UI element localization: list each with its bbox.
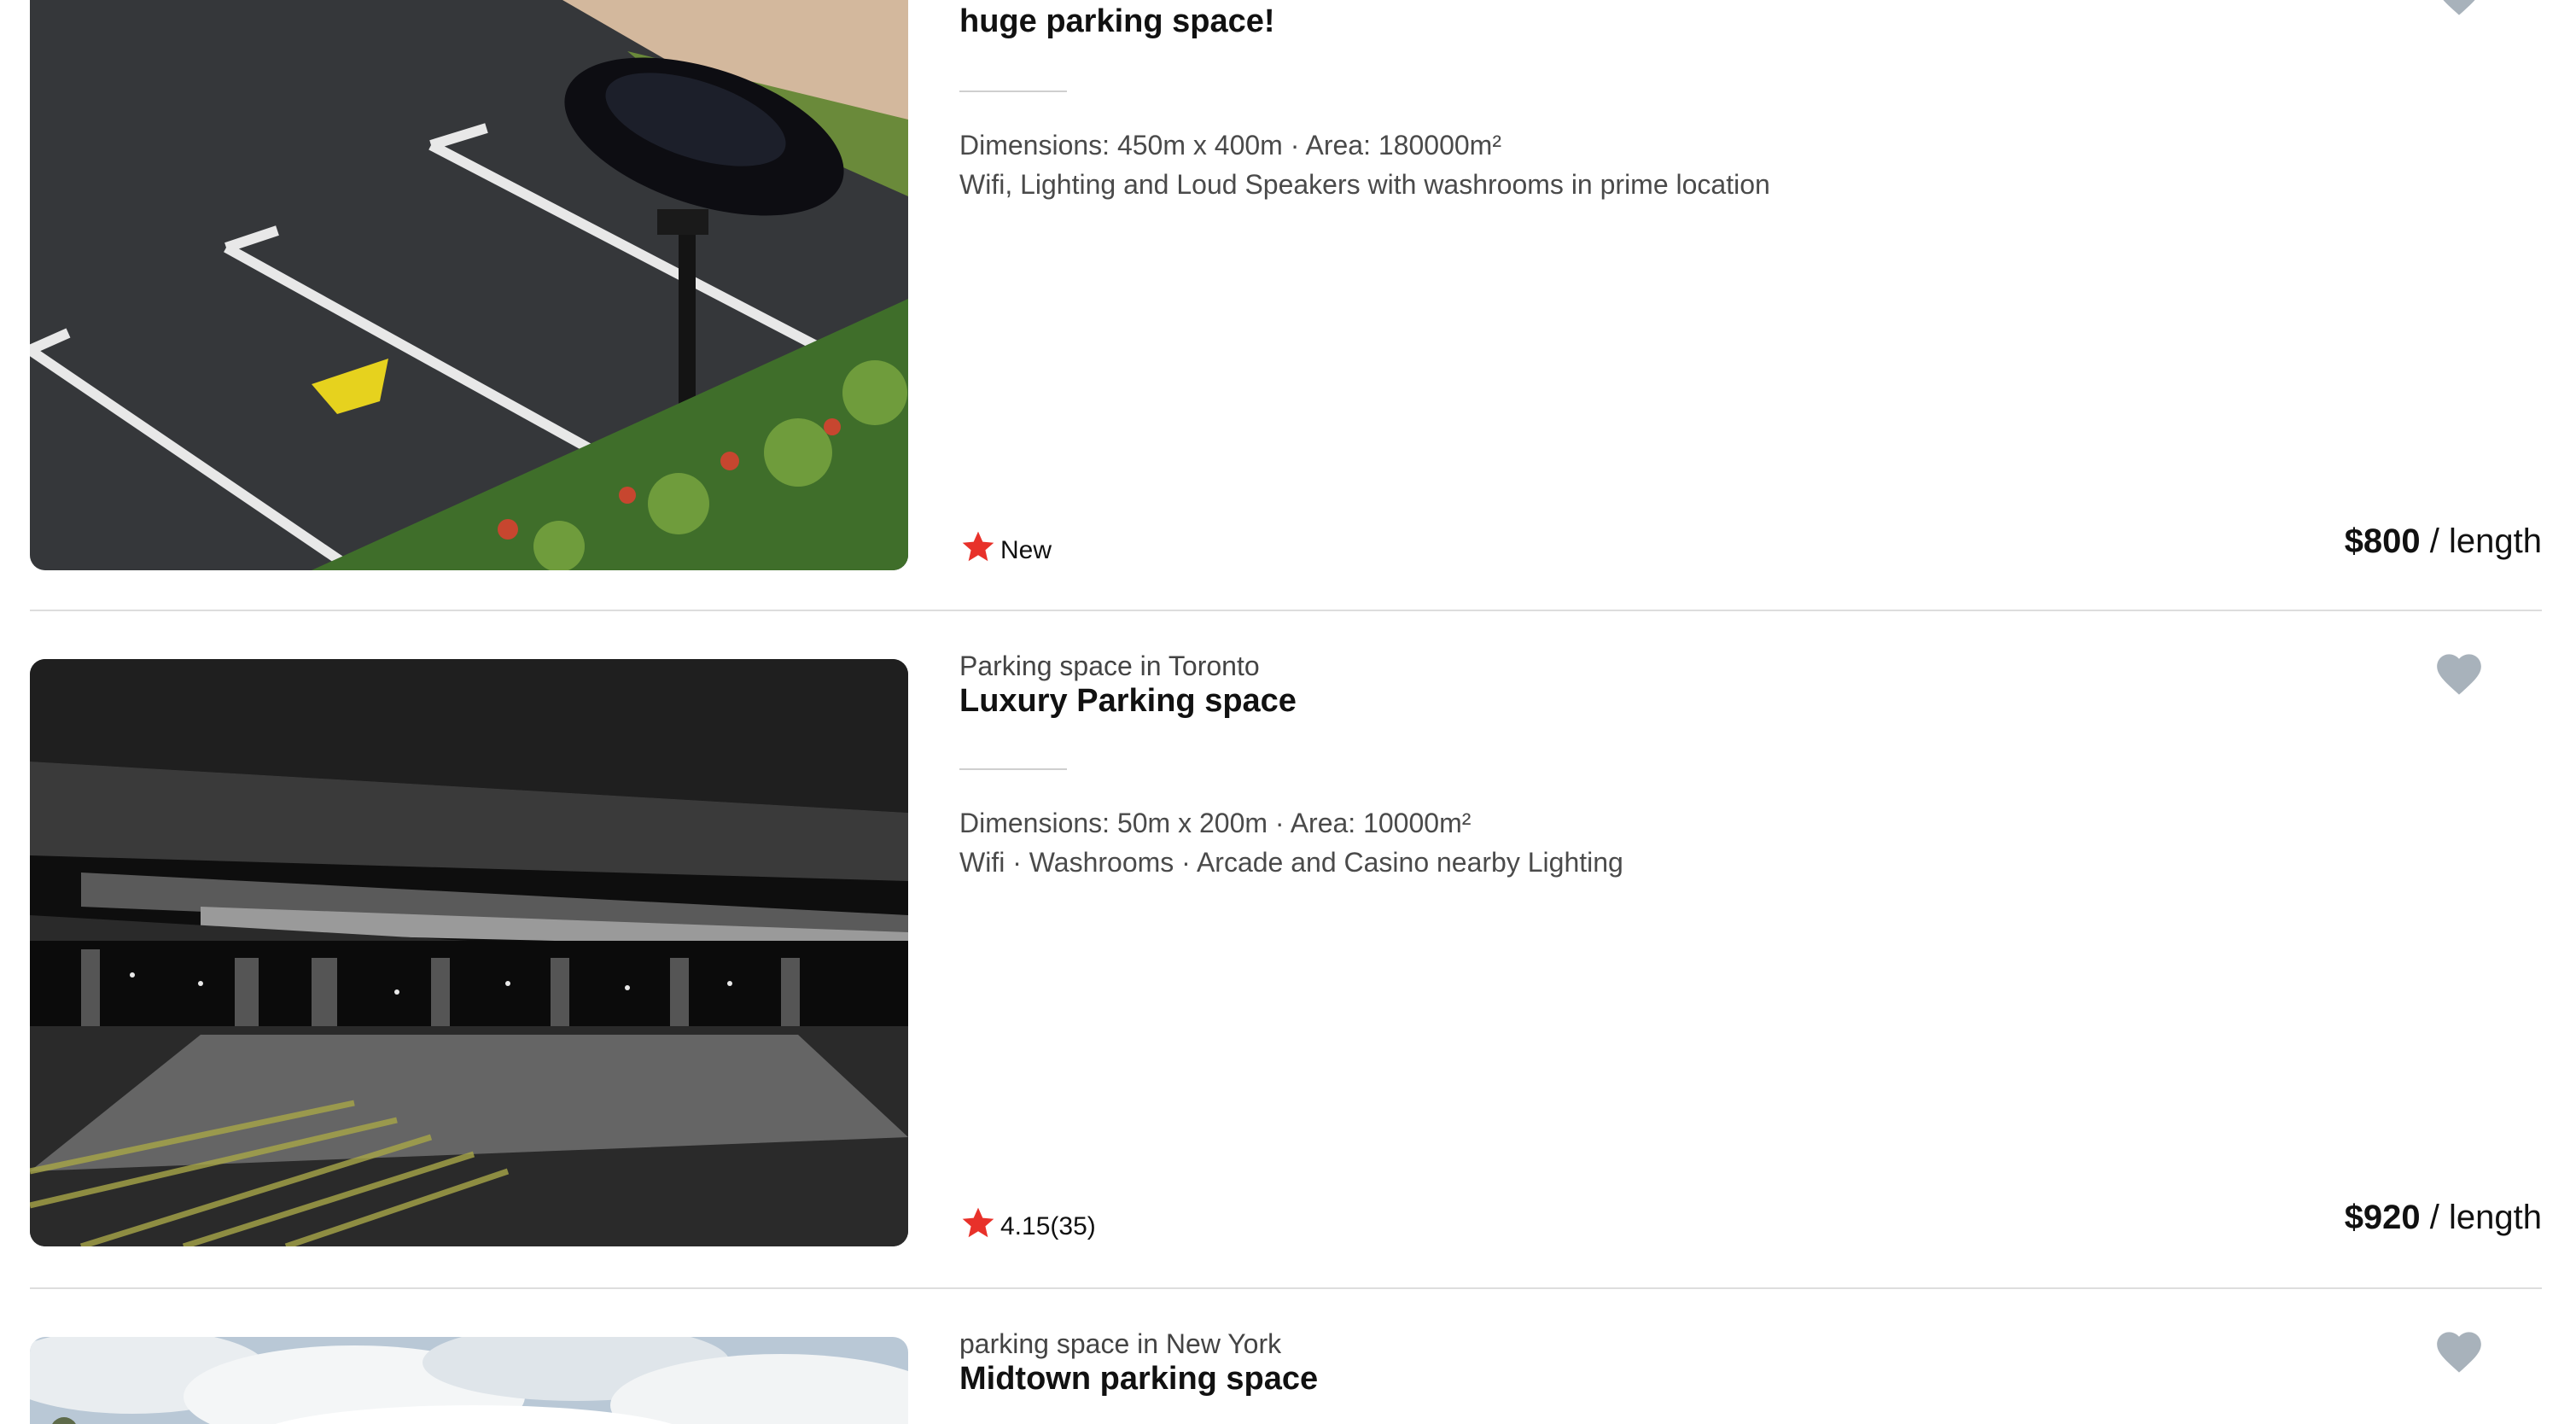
listing-rating: 4.15(35) <box>959 1204 1096 1241</box>
listing-dimensions: Dimensions: 450m x 400m · Area: 180000m² <box>959 130 1501 160</box>
title-divider <box>959 768 1067 770</box>
listing-subtitle: parking space in New York <box>959 1328 1282 1359</box>
listing-photo[interactable] <box>30 0 908 570</box>
listing-amenities: Wifi · Washrooms · Arcade and Casino nea… <box>959 847 1623 878</box>
outdoor-parking-image <box>30 0 908 570</box>
listing-card[interactable]: Parking space in Toronto Luxury Parking … <box>30 651 2542 1246</box>
price-unit: / length <box>2420 1199 2542 1236</box>
listing-price: $800 / length <box>2345 522 2542 561</box>
listing-card[interactable]: parking space in New York Midtown parkin… <box>30 1328 2542 1424</box>
heart-icon[interactable] <box>2433 0 2486 17</box>
listings-page: huge parking space! Dimensions: 450m x 4… <box>0 0 2576 1424</box>
listing-card[interactable]: huge parking space! Dimensions: 450m x 4… <box>30 0 2542 570</box>
heart-icon[interactable] <box>2433 1325 2486 1374</box>
row-divider <box>30 610 2542 611</box>
listing-photo[interactable] <box>30 1337 908 1424</box>
title-divider <box>959 90 1067 92</box>
price-amount: $800 <box>2344 522 2421 560</box>
underground-garage-image <box>30 659 908 1246</box>
listing-price: $920 / length <box>2345 1199 2542 1237</box>
listing-subtitle: Parking space in Toronto <box>959 651 1260 681</box>
listing-title[interactable]: Luxury Parking space <box>959 683 1297 720</box>
listing-rating: New <box>959 528 1052 565</box>
star-icon <box>962 531 994 562</box>
listing-photo[interactable] <box>30 659 908 1246</box>
heart-icon[interactable] <box>2433 647 2486 697</box>
row-divider <box>30 1287 2542 1289</box>
cloudy-sky-image <box>30 1337 908 1424</box>
listing-title[interactable]: Midtown parking space <box>959 1361 1318 1398</box>
price-unit: / length <box>2420 522 2542 560</box>
listing-dimensions: Dimensions: 50m x 200m · Area: 10000m² <box>959 808 1472 838</box>
listing-amenities: Wifi, Lighting and Loud Speakers with wa… <box>959 169 1770 200</box>
rating-value: 4.15(35) <box>1000 1212 1096 1240</box>
price-amount: $920 <box>2344 1199 2421 1236</box>
star-icon <box>962 1207 994 1238</box>
listing-title[interactable]: huge parking space! <box>959 3 1275 40</box>
rating-value: New <box>1000 536 1052 564</box>
